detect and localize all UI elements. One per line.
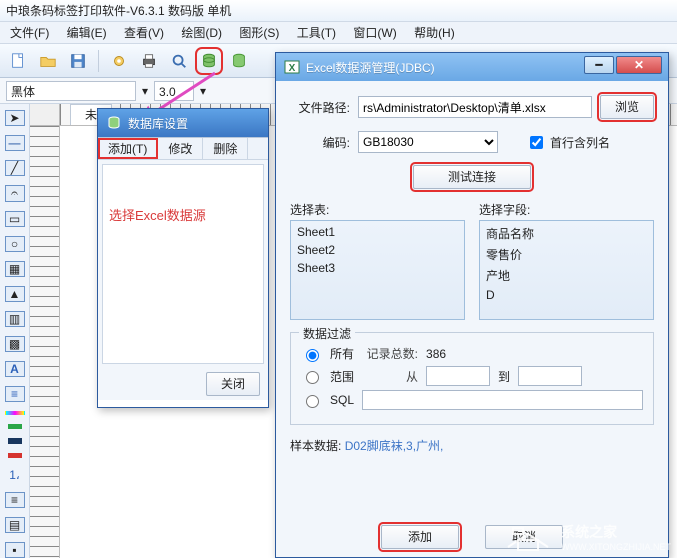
- menu-file[interactable]: 文件(F): [10, 26, 49, 40]
- close-icon[interactable]: ✕: [616, 56, 662, 74]
- filter-range-radio[interactable]: [306, 371, 319, 384]
- fontsize-box[interactable]: 3.0: [154, 81, 194, 101]
- path-label: 文件路径:: [290, 99, 350, 116]
- field-item[interactable]: 零售价: [480, 244, 653, 265]
- ds-tab-delete[interactable]: 删除: [203, 138, 248, 159]
- dot-tool-icon[interactable]: ▲: [5, 286, 25, 302]
- first-row-header-checkbox[interactable]: 首行含列名: [526, 133, 610, 152]
- ds-tab-add[interactable]: 添加(T): [98, 138, 158, 159]
- add-button[interactable]: 添加: [381, 525, 459, 549]
- ds-annotation-note: 选择Excel数据源: [109, 205, 206, 224]
- field-item[interactable]: 产地: [480, 265, 653, 286]
- gear-icon[interactable]: [109, 51, 129, 71]
- grid-tool-icon[interactable]: ▦: [5, 261, 25, 277]
- encoding-select[interactable]: GB18030: [358, 131, 498, 153]
- app-titlebar: 中琅条码标签打印软件-V6.3.1 数码版 单机: [0, 0, 677, 22]
- new-icon[interactable]: [8, 51, 28, 71]
- test-connection-button[interactable]: 测试连接: [413, 165, 531, 189]
- jdbc-titlebar[interactable]: X Excel数据源管理(JDBC) ━ ✕: [276, 53, 668, 81]
- menu-help[interactable]: 帮助(H): [414, 26, 455, 40]
- datasource-settings-window: 数据库设置 添加(T) 修改 删除 选择Excel数据源 关闭: [97, 108, 269, 408]
- cursor-tool-icon[interactable]: ➤: [5, 110, 25, 126]
- select-table-label: 选择表:: [290, 201, 465, 218]
- field-list[interactable]: 商品名称 零售价 产地 D: [479, 220, 654, 320]
- misc3-tool-icon[interactable]: ▪: [5, 542, 25, 558]
- browse-button[interactable]: 浏览: [600, 95, 654, 119]
- ruler-corner: [30, 104, 60, 126]
- jdbc-title: Excel数据源管理(JDBC): [306, 59, 435, 76]
- red-tool-icon[interactable]: [8, 453, 22, 458]
- preview-icon[interactable]: [169, 51, 189, 71]
- navy-tool-icon[interactable]: [8, 438, 22, 443]
- menu-shape[interactable]: 图形(S): [239, 26, 279, 40]
- font-select[interactable]: 黑体: [6, 81, 136, 101]
- polyline-tool-icon[interactable]: 𝄐: [5, 185, 25, 202]
- menu-tools[interactable]: 工具(T): [297, 26, 336, 40]
- ruler-vertical: [30, 126, 60, 558]
- ds-tabs: 添加(T) 修改 删除: [98, 138, 268, 160]
- ds-window-titlebar[interactable]: 数据库设置: [98, 109, 268, 137]
- menu-window[interactable]: 窗口(W): [353, 26, 396, 40]
- range-to-input[interactable]: [518, 366, 582, 386]
- table-item[interactable]: Sheet3: [291, 259, 464, 277]
- menu-edit[interactable]: 编辑(E): [67, 26, 107, 40]
- green-tool-icon[interactable]: [8, 424, 22, 429]
- ds-list[interactable]: 选择Excel数据源: [102, 164, 264, 364]
- sql-input[interactable]: [362, 390, 643, 410]
- field-item[interactable]: 商品名称: [480, 223, 653, 244]
- range-from-input[interactable]: [426, 366, 490, 386]
- line-tool-icon[interactable]: ╱: [5, 160, 25, 176]
- misc2-tool-icon[interactable]: ▤: [5, 517, 25, 533]
- sample-label: 样本数据:: [290, 439, 341, 453]
- misc1-tool-icon[interactable]: ≡: [5, 492, 25, 508]
- path-input[interactable]: [358, 96, 592, 118]
- filter-legend: 数据过滤: [299, 325, 355, 342]
- barcode-tool-icon[interactable]: ▥: [5, 311, 25, 327]
- table-list[interactable]: Sheet1 Sheet2 Sheet3: [290, 220, 465, 320]
- print-icon[interactable]: [139, 51, 159, 71]
- save-icon[interactable]: [68, 51, 88, 71]
- first-row-header-input[interactable]: [530, 136, 543, 149]
- total-label: 记录总数:: [362, 345, 418, 362]
- qr-tool-icon[interactable]: ▩: [5, 336, 25, 352]
- filter-all-radio[interactable]: [306, 349, 319, 362]
- open-icon[interactable]: [38, 51, 58, 71]
- table-item[interactable]: Sheet1: [291, 223, 464, 241]
- ellipse-tool-icon[interactable]: ○: [5, 236, 25, 252]
- table-item[interactable]: Sheet2: [291, 241, 464, 259]
- menu-view[interactable]: 查看(V): [124, 26, 164, 40]
- total-value: 386: [426, 347, 446, 361]
- encoding-label: 编码:: [290, 134, 350, 151]
- colorbar-icon[interactable]: [5, 411, 25, 415]
- char-a-icon[interactable]: A: [5, 361, 25, 377]
- sample-value: D02脚底袜,3,广州,: [345, 439, 444, 453]
- ds-tab-edit[interactable]: 修改: [158, 138, 203, 159]
- ds-window-title: 数据库设置: [128, 115, 188, 132]
- filter-group: 数据过滤 所有 记录总数: 386 范围 从 到 SQL: [290, 332, 654, 425]
- app-title: 中琅条码标签打印软件-V6.3.1 数码版 单机: [6, 4, 231, 18]
- minimize-icon[interactable]: ━: [584, 56, 614, 74]
- svg-text:X: X: [289, 63, 296, 74]
- database2-icon[interactable]: [229, 51, 249, 71]
- menubar: 文件(F) 编辑(E) 查看(V) 绘图(D) 图形(S) 工具(T) 窗口(W…: [0, 22, 677, 44]
- left-tool-palette: ➤ — ╱ 𝄐 ▭ ○ ▦ ▲ ▥ ▩ A ≡ 1، ≡ ▤ ▪: [0, 104, 30, 558]
- lines-tool-icon[interactable]: ≡: [5, 386, 25, 402]
- excel-icon: X: [284, 59, 300, 75]
- dropdown2-icon[interactable]: ▾: [200, 84, 206, 98]
- text-tool-icon[interactable]: —: [5, 135, 25, 151]
- jdbc-window: X Excel数据源管理(JDBC) ━ ✕ 文件路径: 浏览 编码: GB18…: [275, 52, 669, 558]
- watermark: 系统之家 WWW.XITONGZHIJIA.NET: [503, 522, 671, 552]
- menu-draw[interactable]: 绘图(D): [181, 26, 222, 40]
- dropdown-icon[interactable]: ▾: [142, 84, 148, 98]
- rect-tool-icon[interactable]: ▭: [5, 211, 25, 227]
- database-icon[interactable]: [199, 51, 219, 71]
- num-tool-icon[interactable]: 1،: [5, 467, 25, 483]
- select-field-label: 选择字段:: [479, 201, 654, 218]
- db-small-icon: [106, 115, 122, 131]
- filter-sql-radio[interactable]: [306, 395, 319, 408]
- ds-close-button[interactable]: 关闭: [206, 372, 260, 396]
- field-item[interactable]: D: [480, 286, 653, 304]
